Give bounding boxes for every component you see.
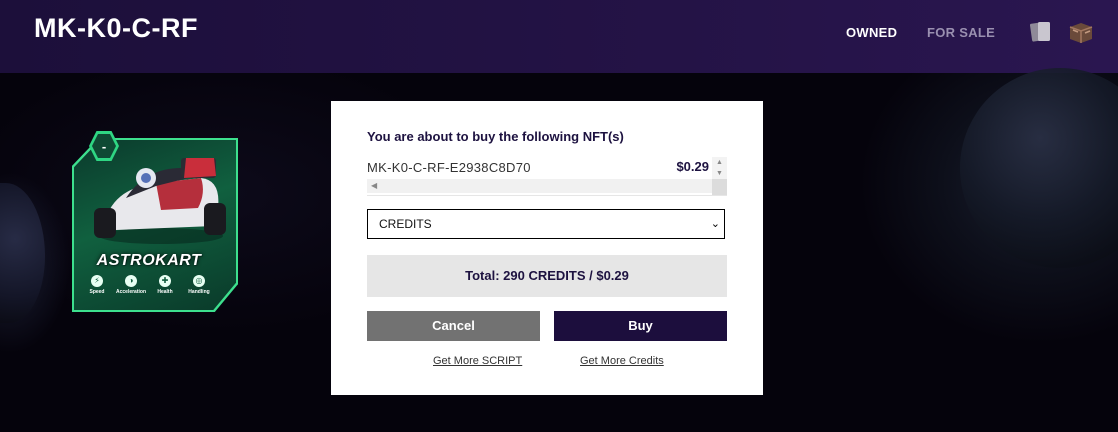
- buy-button[interactable]: Buy: [554, 311, 727, 341]
- stat-acceleration: ◑ Acceleration: [114, 275, 148, 299]
- kart-image: [94, 158, 226, 244]
- crate-icon[interactable]: [1067, 20, 1095, 44]
- planet-decoration: [960, 68, 1118, 268]
- get-more-script-link[interactable]: Get More SCRIPT: [433, 355, 522, 367]
- cancel-button[interactable]: Cancel: [367, 311, 540, 341]
- currency-select-value: CREDITS: [379, 217, 432, 231]
- scrollbar-corner: [712, 179, 727, 195]
- total-summary: Total: 290 CREDITS / $0.29: [367, 255, 727, 297]
- nft-item-name: MK-K0-C-RF-E2938C8D70: [367, 160, 531, 175]
- stat-label: Health: [157, 289, 173, 295]
- nav-owned-tab[interactable]: OWNED: [846, 25, 897, 40]
- asteroid-decoration: [0, 183, 45, 323]
- gauge-icon: ◑: [125, 275, 137, 287]
- vertical-scrollbar[interactable]: ▲ ▼: [712, 157, 727, 179]
- card-name: ASTROKART: [96, 252, 202, 269]
- stat-speed: ⚡ Speed: [80, 275, 114, 299]
- stat-label: Speed: [89, 289, 105, 295]
- get-more-credits-link[interactable]: Get More Credits: [580, 355, 664, 367]
- currency-select[interactable]: CREDITS ⌄: [367, 209, 725, 239]
- chevron-down-icon: ⌄: [710, 218, 720, 230]
- nft-list: MK-K0-C-RF-E2938C8D70 $0.29 ▲ ▼ ◀: [367, 157, 727, 196]
- health-icon: ✚: [159, 275, 171, 287]
- stat-label: Handling: [188, 289, 210, 295]
- nft-item-price: $0.29: [676, 159, 709, 174]
- dialog-heading: You are about to buy the following NFT(s…: [367, 129, 624, 144]
- lightning-icon: ⚡: [91, 275, 103, 287]
- page-title: MK-K0-C-RF: [34, 13, 198, 43]
- cards-icon[interactable]: [1027, 20, 1055, 44]
- horizontal-scrollbar[interactable]: ◀: [367, 179, 712, 193]
- steering-wheel-icon: ◎: [193, 275, 205, 287]
- purchase-dialog: You are about to buy the following NFT(s…: [331, 101, 763, 395]
- stat-label: Acceleration: [115, 289, 146, 295]
- nav-for-sale-tab[interactable]: FOR SALE: [927, 25, 995, 40]
- stat-handling: ◎ Handling: [182, 275, 216, 299]
- top-bar: MK-K0-C-RF OWNED FOR SALE: [0, 0, 1118, 73]
- stat-health: ✚ Health: [148, 275, 182, 299]
- card-stats: ⚡ Speed ◑ Acceleration ✚ Health ◎ Handli…: [80, 275, 216, 299]
